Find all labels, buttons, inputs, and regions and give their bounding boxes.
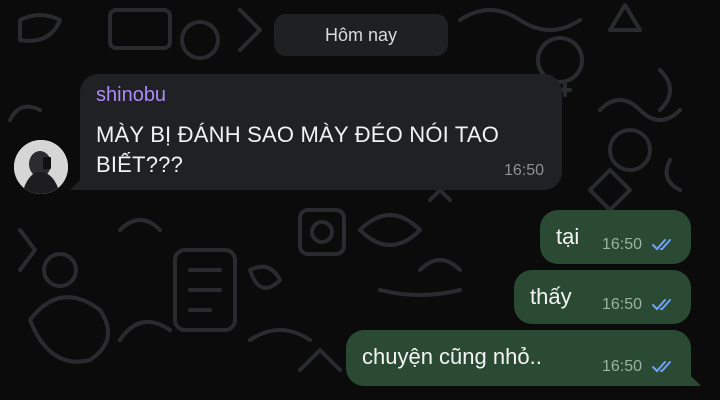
date-separator-label: Hôm nay bbox=[324, 24, 398, 45]
outgoing-bubble-tail bbox=[687, 372, 701, 386]
date-separator: Hôm nay bbox=[274, 14, 448, 56]
sender-name[interactable]: shinobu bbox=[96, 84, 166, 107]
avatar-photo-icon bbox=[14, 140, 68, 194]
message-timestamp: 16:50 bbox=[602, 296, 643, 313]
message-text: chuyện cũng nhỏ.. bbox=[362, 344, 542, 369]
read-double-check-icon bbox=[652, 299, 671, 311]
incoming-bubble-tail bbox=[70, 176, 84, 190]
read-double-check-icon bbox=[652, 361, 671, 373]
message-timestamp: 16:50 bbox=[503, 162, 544, 179]
outgoing-message[interactable]: chuyện cũng nhỏ.. 16:50 bbox=[346, 330, 701, 386]
message-text: MÀY BỊ ĐÁNH SAO MÀY ĐÉO NÓI TAO BIẾT??? bbox=[96, 120, 536, 180]
incoming-message[interactable]: shinobu MÀY BỊ ĐÁNH SAO MÀY ĐÉO NÓI TAO … bbox=[70, 74, 562, 190]
message-timestamp: 16:50 bbox=[602, 236, 643, 253]
read-double-check-icon bbox=[652, 239, 671, 251]
avatar[interactable] bbox=[14, 140, 68, 194]
message-text: tại bbox=[556, 224, 580, 249]
message-text: thấy bbox=[530, 284, 572, 309]
outgoing-message[interactable]: thấy 16:50 bbox=[514, 270, 691, 324]
message-timestamp: 16:50 bbox=[602, 358, 643, 375]
outgoing-message[interactable]: tại 16:50 bbox=[540, 210, 691, 264]
message-text-line-2: BIẾT??? bbox=[96, 152, 184, 177]
message-text-line-1: MÀY BỊ ĐÁNH SAO MÀY ĐÉO NÓI TAO bbox=[96, 122, 500, 147]
